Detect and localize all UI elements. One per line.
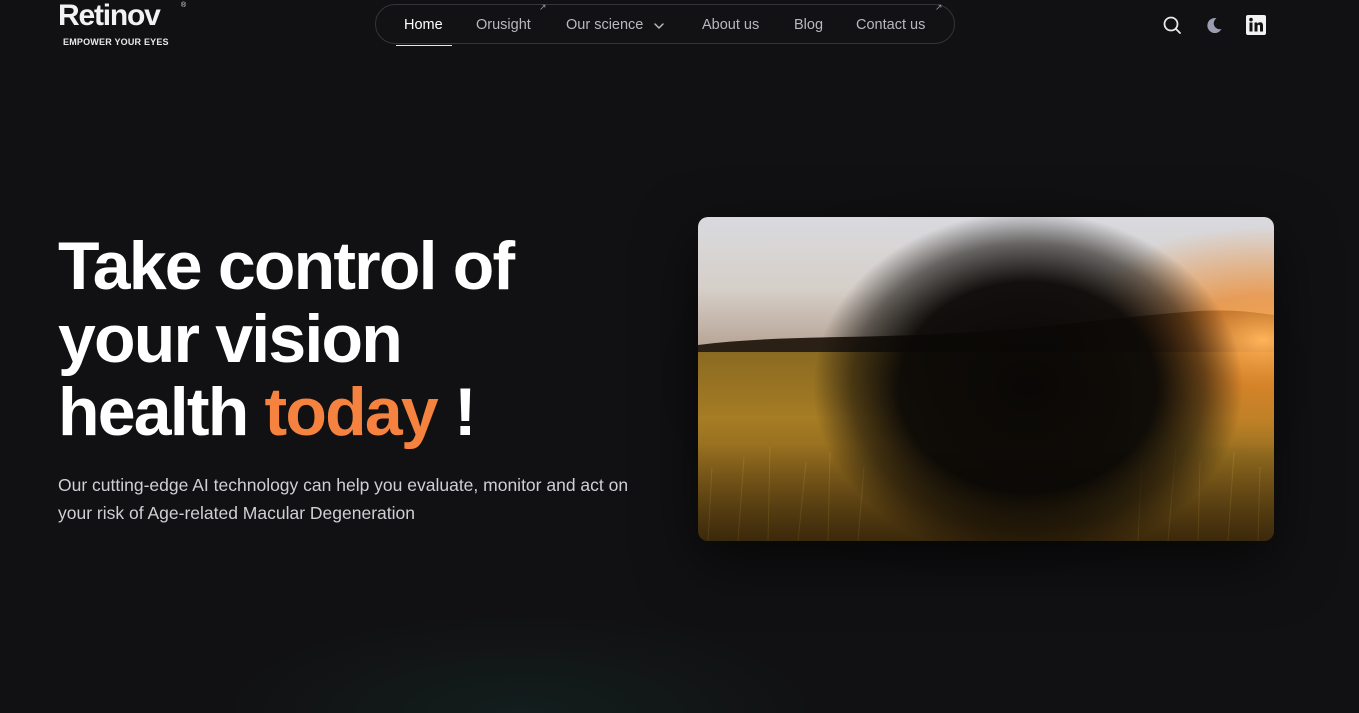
nav-item-label: Blog [794,17,824,33]
nav-item-label: Contact us [856,17,926,33]
hero-title-line-1: Take control of [58,228,515,304]
brand-logo[interactable]: Retinov ® EMPOWER YOUR EYES [58,0,198,50]
nav-item-label: Orusight [476,17,531,33]
hero-image [698,217,1274,541]
hero-title-accent: today [264,374,439,450]
main-nav: Home Orusight ↗ Our science About us Blo… [375,2,955,46]
hero-title-line-2: your vision [58,301,403,377]
nav-item-label: Our science [566,17,644,33]
external-link-icon: ↗ [935,2,943,12]
brand-tagline: EMPOWER YOUR EYES [63,37,169,47]
nav-item-blog[interactable]: Blog [794,5,823,45]
chevron-down-icon [654,23,664,29]
nav-item-orusight[interactable]: Orusight ↗ [476,2,547,45]
hero-title-exclamation: ! [436,374,477,450]
nav-item-about-us[interactable]: About us [702,5,759,45]
linkedin-icon[interactable] [1245,14,1267,36]
macular-degeneration-illustration [698,217,1274,541]
hero-subtitle: Our cutting-edge AI technology can help … [58,475,629,523]
moon-icon[interactable] [1203,14,1225,36]
search-icon[interactable] [1161,14,1183,36]
nav-item-label: Home [404,17,443,33]
external-link-icon: ↗ [539,2,547,12]
hero-title: Take control of your vision health today… [58,230,658,449]
registered-mark: ® [181,2,187,9]
nav-item-contact-us[interactable]: Contact us ↗ [856,2,943,45]
nav-item-label: About us [702,17,760,33]
nav-item-home[interactable]: Home [396,5,452,46]
hero-title-line-3: health [58,374,265,450]
nav-item-our-science[interactable]: Our science [566,5,664,45]
brand-name: Retinov [58,0,161,32]
page: Retinov ® EMPOWER YOUR EYES Home Orusigh… [0,0,1359,713]
